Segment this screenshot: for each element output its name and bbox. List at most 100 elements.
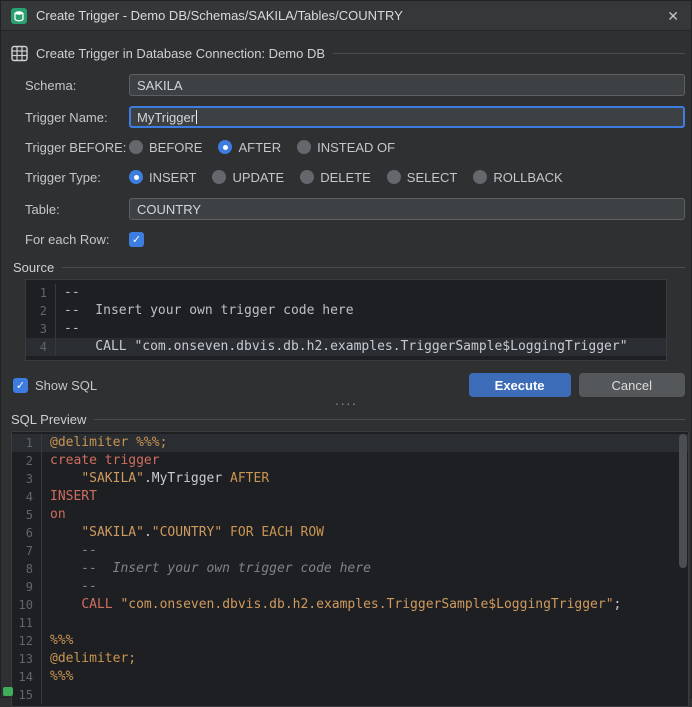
code-token: -- Insert your own trigger code here (64, 303, 354, 318)
code-line: 2-- Insert your own trigger code here (26, 302, 666, 320)
radio-insert[interactable]: INSERT (129, 170, 196, 185)
table-input[interactable]: COUNTRY (129, 198, 685, 220)
table-value: COUNTRY (137, 202, 201, 217)
close-icon[interactable]: ✕ (667, 9, 679, 23)
line-text: %%% (42, 632, 73, 650)
code-token: "SAKILA" (81, 525, 144, 540)
radio-icon (129, 170, 143, 184)
line-text: @delimiter; (42, 650, 136, 668)
trigger-name-input[interactable]: MyTrigger (129, 106, 685, 128)
trigger-form: Schema: SAKILA Trigger Name: MyTrigger T… (1, 73, 691, 249)
line-number: 6 (12, 524, 42, 542)
line-number: 4 (26, 338, 56, 356)
code-token: .MyTrigger (144, 471, 230, 486)
radio-select[interactable]: SELECT (387, 170, 458, 185)
cancel-button[interactable]: Cancel (579, 373, 685, 397)
radio-rollback[interactable]: ROLLBACK (473, 170, 562, 185)
code-token: @delimiter; (50, 651, 136, 666)
for-each-row-checkbox[interactable]: ✓ (129, 232, 144, 247)
code-line: 2create trigger (12, 452, 688, 470)
code-token: CALL (81, 597, 112, 612)
app-icon (11, 8, 27, 24)
source-lines: 1--2-- Insert your own trigger code here… (26, 284, 666, 356)
line-text: -- (56, 284, 80, 302)
show-sql-checkbox[interactable]: ✓ (13, 378, 28, 393)
code-token: CALL "com.onseven.dbvis.db.h2.examples.T… (64, 339, 628, 354)
line-number: 1 (12, 434, 42, 452)
line-text: CALL "com.onseven.dbvis.db.h2.examples.T… (42, 596, 621, 614)
code-line: 10 CALL "com.onseven.dbvis.db.h2.example… (12, 596, 688, 614)
line-text: "SAKILA".MyTrigger AFTER (42, 470, 269, 488)
sql-preview-lines: 1@delimiter %%%;2create trigger3 "SAKILA… (12, 434, 688, 704)
code-line: 8 -- Insert your own trigger code here (12, 560, 688, 578)
table-grid-icon (11, 45, 28, 62)
radio-label: INSERT (149, 170, 196, 185)
scrollbar-thumb[interactable] (679, 434, 687, 568)
radio-after[interactable]: AFTER (218, 140, 281, 155)
trigger-type-label: Trigger Type: (25, 170, 129, 185)
code-token: -- (50, 579, 97, 594)
radio-icon (212, 170, 226, 184)
code-line: 4INSERT (12, 488, 688, 506)
source-label: Source (13, 260, 54, 275)
show-sql-toggle[interactable]: ✓ Show SQL (13, 378, 97, 393)
line-number: 3 (26, 320, 56, 338)
radio-icon (297, 140, 311, 154)
code-token: -- (64, 285, 80, 300)
line-number: 15 (12, 686, 42, 704)
code-line: 4 CALL "com.onseven.dbvis.db.h2.examples… (26, 338, 666, 356)
line-number: 10 (12, 596, 42, 614)
code-token: %%% (50, 669, 73, 684)
window-title: Create Trigger - Demo DB/Schemas/SAKILA/… (36, 8, 403, 23)
line-text: -- Insert your own trigger code here (42, 560, 371, 578)
source-editor[interactable]: 1--2-- Insert your own trigger code here… (25, 279, 667, 361)
status-indicator (3, 687, 13, 696)
radio-icon (300, 170, 314, 184)
line-text (42, 686, 50, 704)
vertical-scrollbar[interactable] (678, 432, 688, 706)
sql-preview-editor[interactable]: 1@delimiter %%%;2create trigger3 "SAKILA… (11, 431, 689, 707)
code-token: "SAKILA" (81, 471, 144, 486)
code-token: on (50, 507, 66, 522)
code-token: @delimiter %%%; (50, 435, 167, 450)
table-label: Table: (25, 202, 129, 217)
radio-update[interactable]: UPDATE (212, 170, 284, 185)
code-token: -- (64, 321, 80, 336)
line-number: 1 (26, 284, 56, 302)
line-text: on (42, 506, 66, 524)
titlebar: Create Trigger - Demo DB/Schemas/SAKILA/… (1, 1, 691, 31)
code-line: 15 (12, 686, 688, 704)
splitter-handle[interactable]: ···· (1, 399, 691, 411)
code-line: 1 @delimiter %%%; (12, 434, 688, 452)
connection-group-header: Create Trigger in Database Connection: D… (11, 43, 685, 63)
line-text: -- (56, 320, 80, 338)
execute-button[interactable]: Execute (469, 373, 571, 397)
code-line: 12%%% (12, 632, 688, 650)
schema-value: SAKILA (137, 78, 183, 93)
radio-instead-of[interactable]: INSTEAD OF (297, 140, 395, 155)
create-trigger-dialog: Create Trigger - Demo DB/Schemas/SAKILA/… (0, 0, 692, 698)
for-each-row-row: For each Row: ✓ (25, 229, 685, 249)
code-token (50, 525, 81, 540)
sql-preview-header: SQL Preview (11, 411, 685, 427)
line-number: 7 (12, 542, 42, 560)
connection-group-label: Create Trigger in Database Connection: D… (36, 46, 325, 61)
radio-label: AFTER (238, 140, 281, 155)
code-line: 9 -- (12, 578, 688, 596)
show-sql-label: Show SQL (35, 378, 97, 393)
radio-before[interactable]: BEFORE (129, 140, 202, 155)
code-token (50, 471, 81, 486)
line-text: -- Insert your own trigger code here (56, 302, 354, 320)
line-number: 5 (12, 506, 42, 524)
trigger-name-row: Trigger Name: MyTrigger (25, 105, 685, 129)
code-line: 11 (12, 614, 688, 632)
line-number: 9 (12, 578, 42, 596)
radio-delete[interactable]: DELETE (300, 170, 371, 185)
schema-input[interactable]: SAKILA (129, 74, 685, 96)
radio-label: BEFORE (149, 140, 202, 155)
code-token: INSERT (50, 489, 97, 504)
for-each-row-label: For each Row: (25, 232, 129, 247)
code-token: AFTER (230, 471, 269, 486)
radio-label: ROLLBACK (493, 170, 562, 185)
divider-line (62, 267, 685, 268)
